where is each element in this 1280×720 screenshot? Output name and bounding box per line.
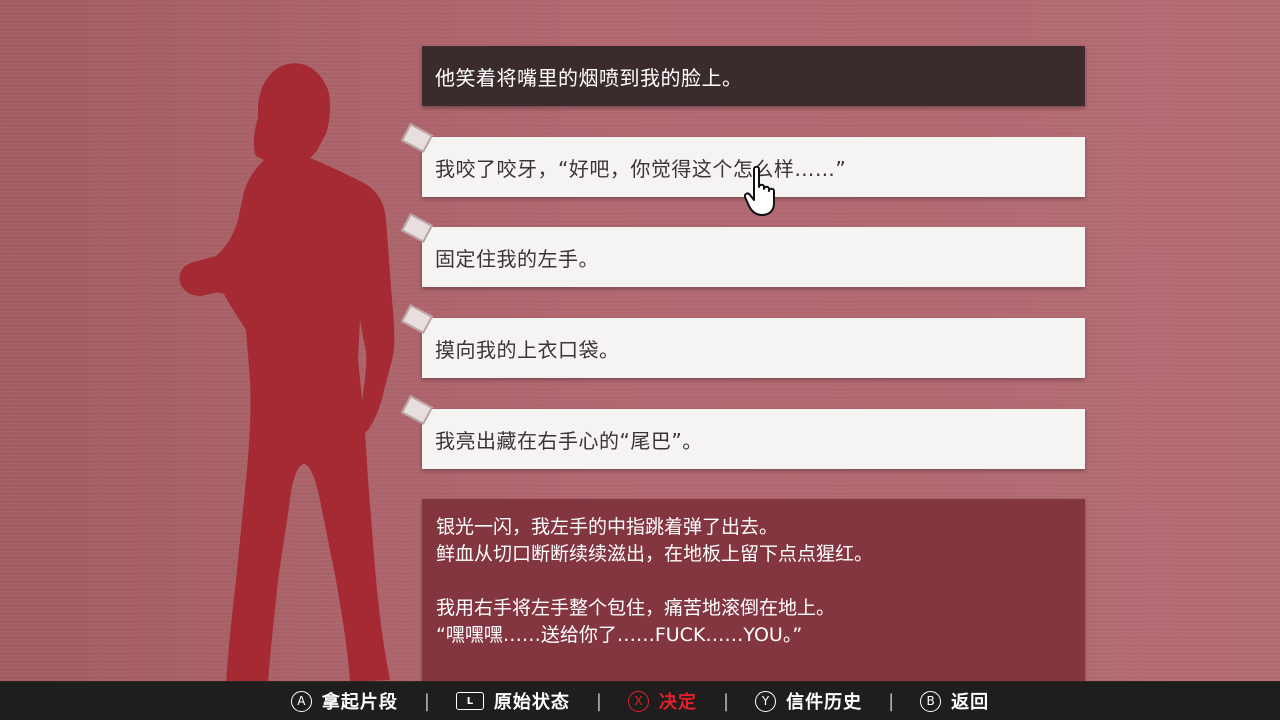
y-button-icon: Y: [755, 690, 777, 712]
choice-option-3-text: 摸向我的上衣口袋。: [435, 337, 620, 362]
hint-label: 拿起片段: [321, 692, 398, 713]
a-button-icon: A: [290, 690, 312, 712]
choice-option-1-text: 我咬了咬牙，“好吧，你觉得这个怎么样……”: [435, 156, 847, 181]
narration-line-1: 银光一闪，我左手的中指跳着弹了出去。: [436, 516, 779, 538]
separator: |: [595, 690, 602, 712]
separator: |: [723, 690, 730, 712]
hint-pick-fragment[interactable]: A 拿起片段: [290, 688, 398, 714]
choice-option-2[interactable]: 固定住我的左手。: [400, 213, 1085, 287]
controls-bar: A 拿起片段 | L 原始状态 | X 决定 | Y 信件历史 | B 返回: [0, 681, 1280, 720]
hint-confirm[interactable]: X 决定: [628, 688, 697, 714]
hint-original-state[interactable]: L 原始状态: [455, 688, 570, 714]
narration-line-4: “嘿嘿嘿……送给你了……FUCK……YOU。”: [436, 624, 803, 646]
hint-label: 信件历史: [786, 692, 863, 713]
choice-option-3[interactable]: 摸向我的上衣口袋。: [400, 304, 1085, 378]
narration-paragraph-gap: [436, 568, 1071, 595]
separator: |: [888, 690, 895, 712]
pointing-hand-cursor-icon: [743, 165, 780, 219]
hint-label: 原始状态: [493, 692, 570, 713]
hint-label: 决定: [659, 692, 697, 713]
narration-line-2: 鲜血从切口断断续续滋出，在地板上留下点点猩红。: [436, 543, 874, 565]
choice-option-4-text: 我亮出藏在右手心的“尾巴”。: [435, 428, 703, 453]
hint-label: 返回: [951, 692, 990, 713]
dialogue-header-text: 他笑着将嘴里的烟喷到我的脸上。: [435, 65, 743, 90]
x-button-icon: X: [628, 690, 649, 712]
dialogue-header: 他笑着将嘴里的烟喷到我的脸上。: [422, 46, 1085, 106]
choice-option-4[interactable]: 我亮出藏在右手心的“尾巴”。: [400, 395, 1085, 469]
l-button-icon: L: [455, 692, 484, 710]
hint-letter-history[interactable]: Y 信件历史: [755, 688, 862, 714]
choice-option-2-text: 固定住我的左手。: [435, 246, 599, 271]
b-button-icon: B: [920, 690, 942, 712]
hint-back[interactable]: B 返回: [920, 688, 989, 714]
separator: |: [423, 690, 430, 712]
narration-line-3: 我用右手将左手整个包住，痛苦地滚倒在地上。: [436, 597, 836, 619]
narration-box: 银光一闪，我左手的中指跳着弹了出去。 鲜血从切口断断续续滋出，在地板上留下点点猩…: [422, 499, 1085, 681]
character-silhouette: [170, 60, 430, 690]
